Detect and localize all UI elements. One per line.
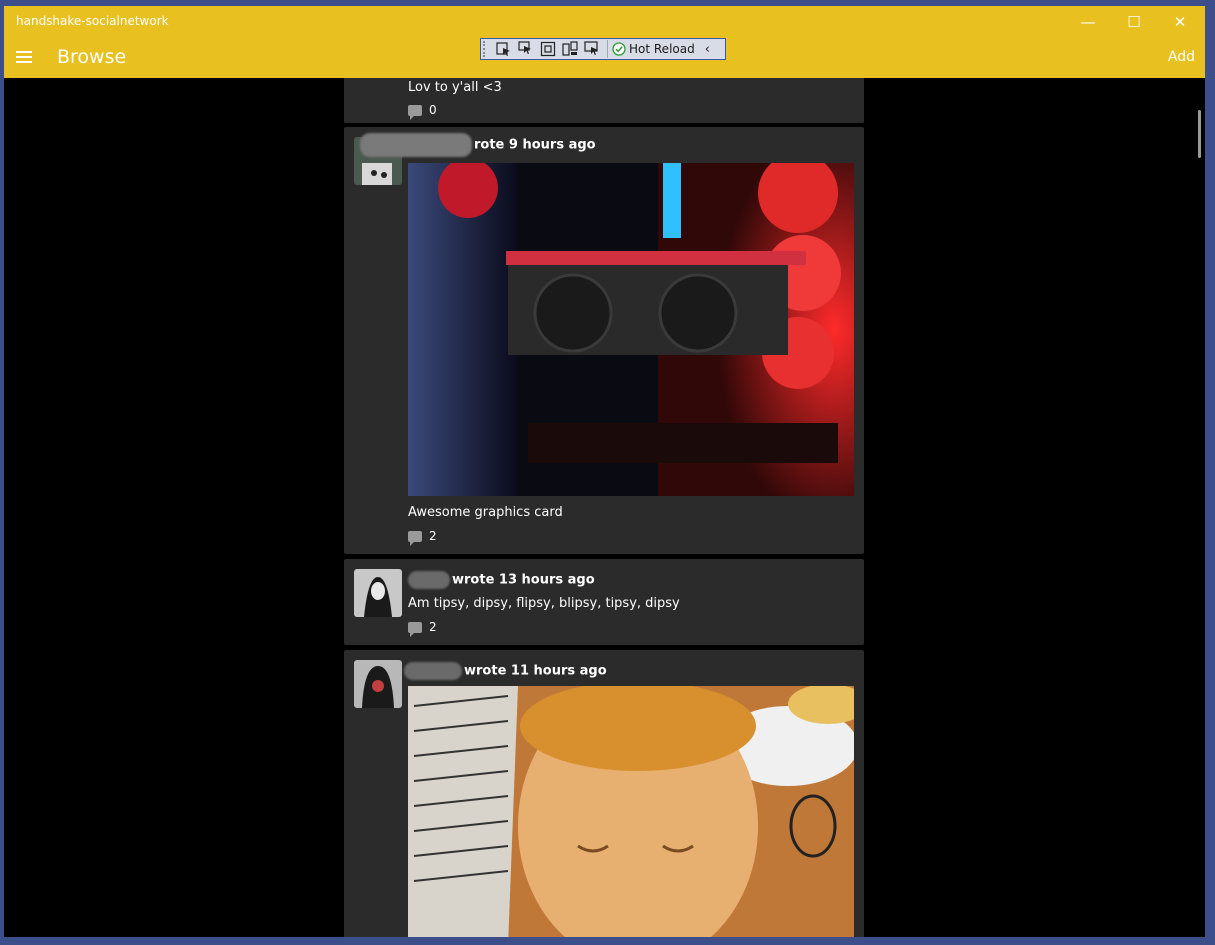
comments-button[interactable]: 2	[408, 529, 437, 546]
comment-icon	[408, 104, 422, 120]
hot-reload-button[interactable]: Hot Reload	[607, 40, 695, 58]
avatar[interactable]	[354, 660, 402, 708]
post-card: rote 9 hours ago Awesome graphics card 2	[344, 127, 864, 554]
comment-icon	[408, 621, 422, 637]
hot-reload-label: Hot Reload	[629, 42, 695, 56]
toolbar-grip[interactable]	[483, 41, 491, 57]
post-meta: rote 9 hours ago	[474, 137, 596, 153]
post-card: Lov to y'all <3 0	[344, 78, 864, 123]
post-image[interactable]	[408, 686, 854, 937]
layout-adorner-icon[interactable]	[537, 40, 559, 58]
comment-count: 2	[429, 620, 437, 634]
select-element-icon[interactable]	[493, 40, 515, 58]
app-window: handshake-socialnetwork — ☐ ✕ Browse Add	[4, 6, 1205, 937]
close-button[interactable]: ✕	[1157, 6, 1203, 38]
title-bar: handshake-socialnetwork — ☐ ✕ Browse Add	[4, 6, 1205, 78]
post-author-line: wrote 11 hours ago	[404, 662, 607, 680]
post-meta: wrote 11 hours ago	[464, 663, 607, 679]
post-feed[interactable]: Lov to y'all <3 0 rote 9 hours ago Aweso…	[344, 78, 864, 937]
post-author-line: wrote 13 hours ago	[408, 571, 595, 589]
post-card: wrote 11 hours ago	[344, 650, 864, 937]
post-meta: wrote 13 hours ago	[452, 572, 595, 588]
check-circle-icon	[612, 42, 626, 56]
post-author-line: rote 9 hours ago	[360, 133, 596, 157]
xaml-debug-toolbar: Hot Reload ‹	[480, 38, 726, 60]
track-focus-icon[interactable]	[559, 40, 581, 58]
page-title: Browse	[57, 46, 127, 68]
comment-count: 0	[429, 103, 437, 117]
display-layout-icon[interactable]	[581, 40, 603, 58]
post-text: Lov to y'all <3	[408, 80, 502, 95]
comment-icon	[408, 530, 422, 546]
post-text: Am tipsy, dipsy, flipsy, blipsy, tipsy, …	[408, 596, 680, 611]
app-title: handshake-socialnetwork	[16, 14, 169, 28]
post-image[interactable]	[408, 163, 854, 496]
comment-count: 2	[429, 529, 437, 543]
blurred-username	[360, 133, 472, 157]
add-button[interactable]: Add	[1168, 49, 1195, 65]
avatar[interactable]	[354, 569, 402, 617]
post-card: wrote 13 hours ago Am tipsy, dipsy, flip…	[344, 559, 864, 645]
post-text: Awesome graphics card	[408, 505, 563, 520]
minimize-button[interactable]: —	[1065, 6, 1111, 38]
scrollbar-thumb[interactable]	[1198, 110, 1201, 158]
collapse-toolbar-icon[interactable]: ‹	[705, 42, 710, 57]
maximize-button[interactable]: ☐	[1111, 6, 1157, 38]
blurred-username	[404, 662, 462, 680]
blurred-username	[408, 571, 450, 589]
comments-button[interactable]: 2	[408, 620, 437, 637]
select-pointer-icon[interactable]	[515, 40, 537, 58]
comments-button[interactable]: 0	[408, 103, 437, 120]
hamburger-icon[interactable]	[14, 50, 36, 64]
